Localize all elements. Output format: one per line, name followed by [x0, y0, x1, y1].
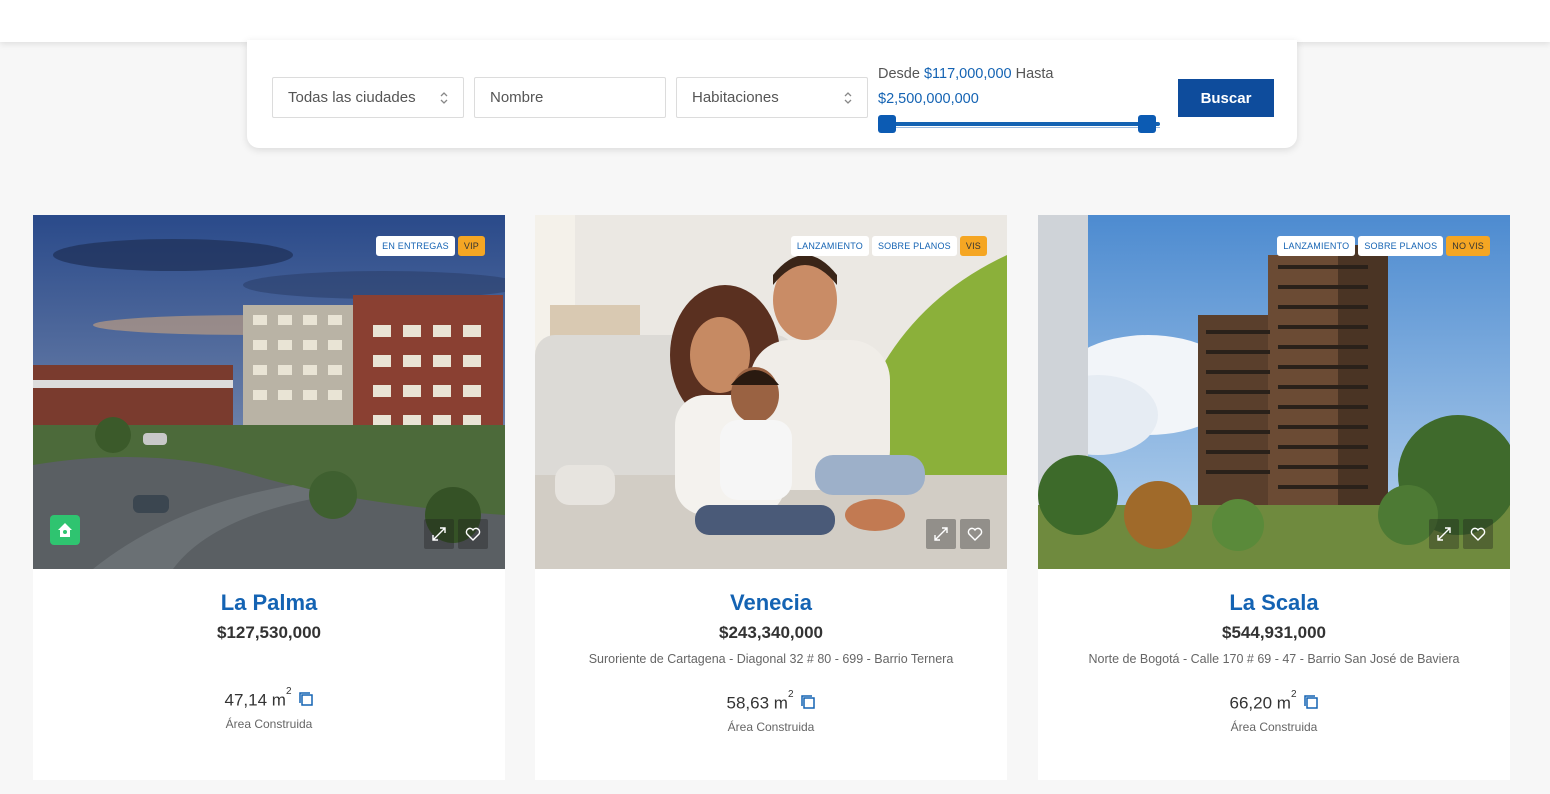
project-area: 58,63 m2	[535, 688, 1007, 716]
type-badge: NO VIS	[1446, 236, 1490, 256]
area-value: 58,63 m	[726, 693, 788, 713]
building-photo	[33, 215, 505, 569]
rooms-select[interactable]: Habitaciones	[676, 77, 868, 118]
search-button[interactable]: Buscar	[1178, 79, 1274, 117]
sort-chevron-icon	[844, 92, 852, 104]
project-photo[interactable]: LANZAMIENTO SOBRE PLANOS NO VIS	[1038, 215, 1510, 569]
tower-photo	[1038, 215, 1510, 569]
status-badge: LANZAMIENTO	[1277, 236, 1356, 256]
expand-icon[interactable]	[424, 519, 454, 549]
slider-track-shadow	[884, 127, 1160, 128]
slider-min-handle[interactable]	[878, 115, 896, 133]
project-info: La Palma $127,530,000 47,14 m2 Área Cons…	[33, 589, 505, 733]
price-range-slider[interactable]	[878, 114, 1166, 134]
area-value: 47,14 m	[224, 690, 286, 710]
stage-badge: SOBRE PLANOS	[871, 236, 957, 256]
status-badges: LANZAMIENTO SOBRE PLANOS NO VIS	[1277, 236, 1490, 256]
photo-actions	[926, 519, 990, 549]
range-from-label: Desde	[878, 66, 920, 82]
status-badges: EN ENTREGAS VIP	[376, 236, 485, 256]
photo-actions	[1429, 519, 1493, 549]
type-badge: VIP	[457, 236, 485, 256]
rooms-select-value: Habitaciones	[692, 89, 779, 106]
city-select[interactable]: Todas las ciudades	[272, 77, 464, 118]
sort-chevron-icon	[440, 92, 448, 104]
project-card[interactable]: EN ENTREGAS VIP La Palma $127,530,000 47…	[33, 215, 505, 780]
type-badge: VIS	[959, 236, 987, 256]
slider-max-handle[interactable]	[1138, 115, 1156, 133]
project-area: 47,14 m2	[33, 685, 505, 713]
area-icon	[298, 692, 313, 706]
heart-icon[interactable]	[960, 519, 990, 549]
expand-icon[interactable]	[926, 519, 956, 549]
project-info: La Scala $544,931,000 Norte de Bogotá - …	[1038, 589, 1510, 736]
area-unit-exponent: 2	[787, 689, 794, 700]
family-photo	[535, 215, 1007, 569]
project-address: Suroriente de Cartagena - Diagonal 32 # …	[588, 652, 954, 666]
status-badge: EN ENTREGAS	[376, 236, 455, 256]
project-photo[interactable]: EN ENTREGAS VIP	[33, 215, 505, 569]
area-value: 66,20 m	[1229, 693, 1291, 713]
project-title[interactable]: Venecia	[535, 589, 1007, 617]
city-select-value: Todas las ciudades	[288, 89, 416, 106]
project-card[interactable]: LANZAMIENTO SOBRE PLANOS NO VIS La Scala…	[1038, 215, 1510, 780]
status-badge: LANZAMIENTO	[790, 236, 869, 256]
status-badges: LANZAMIENTO SOBRE PLANOS VIS	[790, 236, 987, 256]
heart-icon[interactable]	[458, 519, 488, 549]
home-icon	[50, 515, 80, 545]
area-icon	[800, 695, 815, 709]
slider-track	[884, 122, 1160, 126]
stage-badge: SOBRE PLANOS	[1358, 236, 1444, 256]
project-title[interactable]: La Scala	[1038, 589, 1510, 617]
area-label: Área Construida	[727, 719, 815, 734]
area-icon	[1303, 695, 1318, 709]
project-price: $544,931,000	[1222, 623, 1326, 642]
expand-icon[interactable]	[1429, 519, 1459, 549]
project-photo[interactable]: LANZAMIENTO SOBRE PLANOS VIS	[535, 215, 1007, 569]
range-to-value: $2,500,000,000	[878, 91, 979, 107]
area-unit-exponent: 2	[285, 686, 292, 697]
area-unit-exponent: 2	[1290, 689, 1297, 700]
project-price: $127,530,000	[217, 623, 321, 642]
price-range-label: Desde $117,000,000 Hasta $2,500,000,000	[878, 62, 1118, 112]
name-input[interactable]: Nombre	[474, 77, 666, 118]
search-filter-panel: Todas las ciudades Nombre Habitaciones D…	[247, 40, 1297, 148]
project-area: 66,20 m2	[1038, 688, 1510, 716]
range-to-label: Hasta	[1015, 66, 1054, 82]
project-card[interactable]: LANZAMIENTO SOBRE PLANOS VIS Venecia $24…	[535, 215, 1007, 780]
name-input-placeholder: Nombre	[490, 89, 544, 106]
project-address: Norte de Bogotá - Calle 170 # 69 - 47 - …	[1088, 652, 1460, 666]
heart-icon[interactable]	[1463, 519, 1493, 549]
photo-actions	[424, 519, 488, 549]
project-title[interactable]: La Palma	[33, 589, 505, 617]
area-label: Área Construida	[225, 716, 313, 731]
project-price: $243,340,000	[719, 623, 823, 642]
project-info: Venecia $243,340,000 Suroriente de Carta…	[535, 589, 1007, 736]
area-label: Área Construida	[1230, 719, 1318, 734]
top-navbar	[0, 0, 1550, 42]
range-from-value: $117,000,000	[923, 66, 1012, 82]
